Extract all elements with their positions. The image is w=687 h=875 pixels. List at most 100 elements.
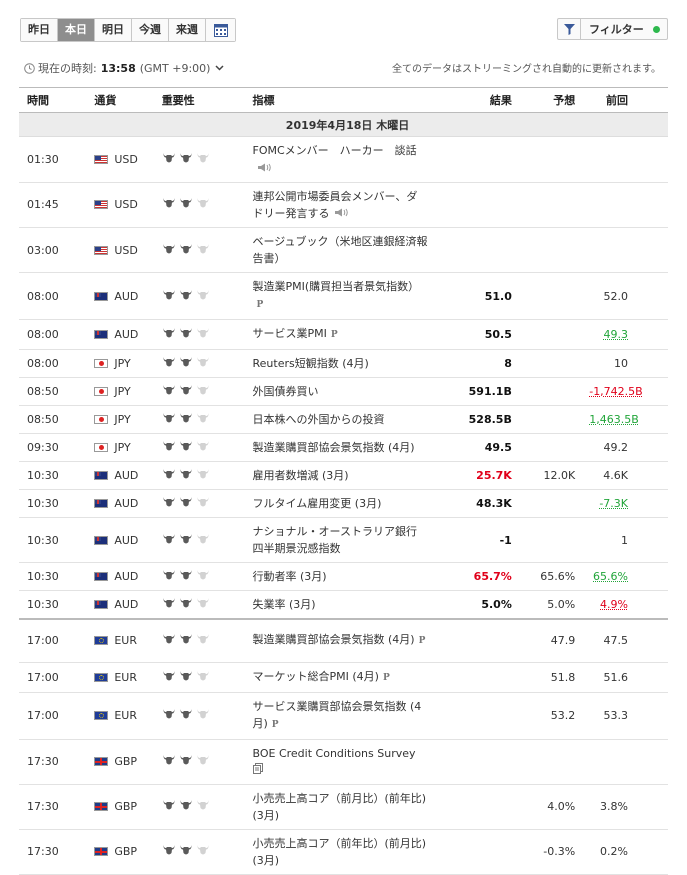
table-row[interactable]: 08:50 JPY 外国債券買い 591.1B -1,742.5B [19, 378, 668, 406]
event-currency: AUD [86, 273, 153, 320]
indicator-name[interactable]: 失業率 (3月) [253, 598, 316, 611]
indicator-name[interactable]: 日本株への外国からの投資 [253, 413, 385, 426]
table-row[interactable]: 01:45 USD 連邦公開市場委員会メンバー、ダドリー発言する [19, 182, 668, 228]
previous-value: 52.0 [604, 290, 629, 303]
event-forecast: 53.2 [512, 692, 581, 739]
table-row[interactable]: 17:30 GBP 小売売上高コア（前月比）(前年比) (3月) 4.0% 3.8% [19, 784, 668, 829]
event-forecast: -0.3% [512, 829, 581, 874]
bull-icon [179, 412, 193, 427]
indicator-name[interactable]: BOE Credit Conditions Survey [253, 747, 416, 760]
indicator-name[interactable]: Reuters短観指数 (4月) [253, 357, 369, 370]
currency-code: AUD [114, 598, 138, 611]
table-row[interactable]: 10:30 AUD フルタイム雇用変更 (3月) 48.3K -7.3K [19, 490, 668, 518]
flag-icon [94, 572, 108, 581]
bull-icon [162, 496, 176, 511]
indicator-name[interactable]: 行動者率 (3月) [253, 570, 327, 583]
tab-this-week[interactable]: 今週 [132, 19, 169, 41]
tab-today[interactable]: 本日 [58, 19, 95, 41]
indicator-name[interactable]: 小売売上高コア（前年比）(前月比) (3月) [253, 837, 427, 867]
table-row[interactable]: 08:50 JPY 日本株への外国からの投資 528.5B 1,463.5B [19, 406, 668, 434]
filter-button[interactable]: フィルター [557, 18, 668, 40]
event-indicator[interactable]: フルタイム雇用変更 (3月) [245, 490, 429, 518]
event-indicator[interactable]: 行動者率 (3月) [245, 563, 429, 591]
event-indicator[interactable]: 製造業購買部協会景気指数 (4月) [245, 434, 429, 462]
flag-icon [94, 443, 108, 452]
tab-tomorrow[interactable]: 明日 [95, 19, 132, 41]
indicator-name[interactable]: ベージュブック（米地区連銀経済報告書） [253, 235, 428, 265]
table-row[interactable]: 08:00 AUD サービス業PMI P 50.5 49.3 [19, 320, 668, 350]
indicator-name[interactable]: 製造業PMI(購買担当者景気指数） [253, 280, 420, 293]
current-time-value: 13:58 [101, 62, 136, 75]
event-indicator[interactable]: マーケット総合PMI (4月) P [245, 662, 429, 692]
tab-yesterday[interactable]: 昨日 [21, 19, 58, 41]
event-currency: GBP [86, 784, 153, 829]
event-indicator[interactable]: サービス業PMI P [245, 320, 429, 350]
table-row[interactable]: 17:00 EUR 製造業購買部協会景気指数 (4月) P 47.9 47.5 [19, 619, 668, 662]
bull-icon [179, 597, 193, 612]
event-indicator[interactable]: BOE Credit Conditions Survey [245, 739, 429, 784]
event-indicator[interactable]: 外国債券買い [245, 378, 429, 406]
table-row[interactable]: 17:30 GBP 小売売上高コア（前年比）(前月比) (3月) -0.3% 0.2% [19, 829, 668, 874]
event-indicator[interactable]: ナショナル・オーストラリア銀行 四半期景況感指数 [245, 518, 429, 563]
event-actual [428, 784, 512, 829]
indicator-name[interactable]: サービス業PMI [253, 327, 327, 340]
previous-value: 51.6 [604, 671, 629, 684]
tab-next-week[interactable]: 来週 [169, 19, 206, 41]
event-indicator[interactable]: 日本株への外国からの投資 [245, 406, 429, 434]
importance-bulls [162, 799, 245, 814]
indicator-name[interactable]: FOMCメンバー ハーカー 談話 [253, 144, 417, 157]
table-row[interactable]: 17:00 EUR サービス業購買部協会景気指数 (4月) P 53.2 53.3 [19, 692, 668, 739]
event-indicator[interactable]: 連邦公開市場委員会メンバー、ダドリー発言する [245, 182, 429, 228]
indicator-name[interactable]: 外国債券買い [253, 385, 319, 398]
event-indicator[interactable]: 製造業PMI(購買担当者景気指数） P [245, 273, 429, 320]
table-row[interactable]: 17:30 GBP BOE Credit Conditions Survey [19, 739, 668, 784]
bull-icon [162, 468, 176, 483]
event-time: 17:00 [19, 662, 86, 692]
document-icon [253, 762, 263, 779]
table-row[interactable]: 17:00 EUR マーケット総合PMI (4月) P 51.8 51.6 [19, 662, 668, 692]
event-importance [154, 563, 245, 591]
indicator-name[interactable]: 製造業購買部協会景気指数 (4月) [253, 633, 415, 646]
currency-code: JPY [114, 441, 130, 454]
table-row[interactable]: 10:30 AUD 失業率 (3月) 5.0% 5.0% 4.9% [19, 591, 668, 620]
table-row[interactable]: 10:30 AUD ナショナル・オーストラリア銀行 四半期景況感指数 -1 1 [19, 518, 668, 563]
event-indicator[interactable]: FOMCメンバー ハーカー 談話 [245, 137, 429, 183]
speech-icon [257, 160, 273, 177]
event-indicator[interactable]: 小売売上高コア（前年比）(前月比) (3月) [245, 829, 429, 874]
calendar-icon[interactable] [206, 19, 235, 41]
table-row[interactable]: 08:00 AUD 製造業PMI(購買担当者景気指数） P 51.0 52.0 [19, 273, 668, 320]
indicator-name[interactable]: マーケット総合PMI (4月) [253, 670, 379, 683]
preliminary-icon: P [419, 633, 426, 650]
bull-icon [179, 356, 193, 371]
indicator-name[interactable]: 小売売上高コア（前月比）(前年比) (3月) [253, 792, 427, 822]
table-row[interactable]: 10:30 AUD 行動者率 (3月) 65.7% 65.6% 65.6% [19, 563, 668, 591]
event-indicator[interactable]: ベージュブック（米地区連銀経済報告書） [245, 228, 429, 273]
table-row[interactable]: 10:30 AUD 雇用者数増減 (3月) 25.7K 12.0K 4.6K [19, 462, 668, 490]
indicator-name[interactable]: ナショナル・オーストラリア銀行 四半期景況感指数 [253, 525, 428, 555]
event-indicator[interactable]: 製造業購買部協会景気指数 (4月) P [245, 619, 429, 662]
table-row[interactable]: 08:00 JPY Reuters短観指数 (4月) 8 10 [19, 350, 668, 378]
current-time-bar: 現在の時刻: 13:58 (GMT +9:00) [24, 60, 224, 76]
event-indicator[interactable]: 失業率 (3月) [245, 591, 429, 620]
indicator-name[interactable]: 製造業購買部協会景気指数 (4月) [253, 441, 415, 454]
date-label: 2019年4月18日 木曜日 [19, 113, 668, 137]
table-row[interactable]: 01:30 USD FOMCメンバー ハーカー 談話 [19, 137, 668, 183]
chevron-down-icon[interactable] [215, 65, 224, 71]
table-header: 時間 通貨 重要性 指標 結果 予想 前回 [19, 88, 668, 113]
bull-icon [162, 356, 176, 371]
event-indicator[interactable]: 小売売上高コア（前月比）(前年比) (3月) [245, 784, 429, 829]
event-currency: JPY [86, 378, 153, 406]
indicator-name[interactable]: フルタイム雇用変更 (3月) [253, 497, 382, 510]
currency-code: GBP [114, 845, 137, 858]
event-indicator[interactable]: Reuters短観指数 (4月) [245, 350, 429, 378]
event-indicator[interactable]: サービス業購買部協会景気指数 (4月) P [245, 692, 429, 739]
timezone-selector[interactable]: (GMT +9:00) [140, 62, 211, 75]
event-indicator[interactable]: 雇用者数増減 (3月) [245, 462, 429, 490]
indicator-name[interactable]: 雇用者数増減 (3月) [253, 469, 349, 482]
flag-icon [94, 246, 108, 255]
event-time: 17:30 [19, 784, 86, 829]
table-row[interactable]: 09:30 JPY 製造業購買部協会景気指数 (4月) 49.5 49.2 [19, 434, 668, 462]
table-row[interactable]: 03:00 USD ベージュブック（米地区連銀経済報告書） [19, 228, 668, 273]
event-currency: JPY [86, 350, 153, 378]
event-actual: 51.0 [428, 273, 512, 320]
